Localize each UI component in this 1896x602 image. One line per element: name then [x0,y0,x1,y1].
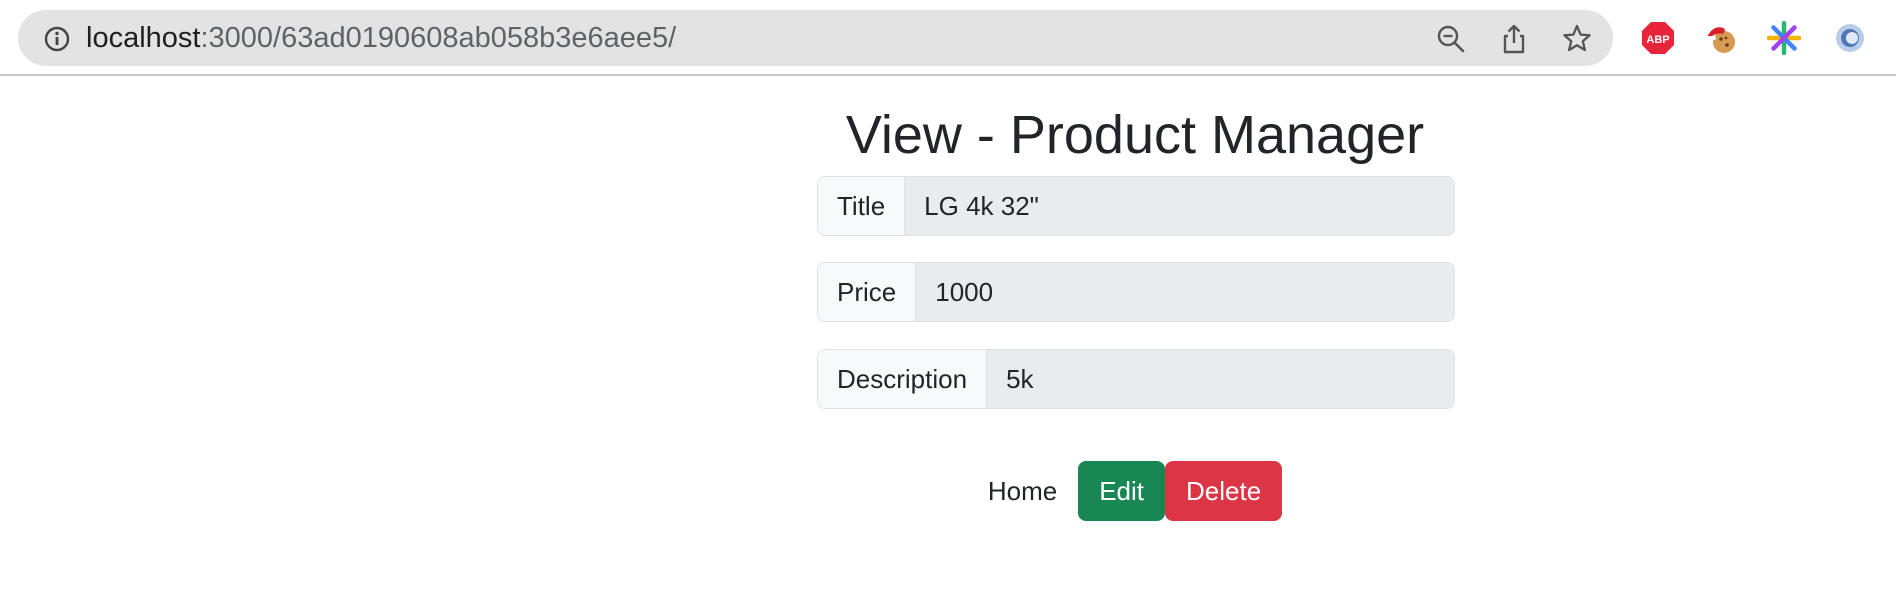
address-bar[interactable]: localhost:3000/63ad0190608ab058b3e6aee5/ [18,10,1613,66]
title-field: Title LG 4k 32" [817,176,1455,236]
price-field-label: Price [818,263,917,321]
adblock-plus-icon[interactable]: ABP [1641,21,1675,55]
url-path: :3000/63ad0190608ab058b3e6aee5/ [200,22,677,54]
edit-button[interactable]: Edit [1078,461,1165,521]
abp-label: ABP [1646,34,1669,46]
home-link[interactable]: Home [988,461,1078,521]
zoom-out-icon[interactable] [1435,23,1467,55]
delete-button[interactable]: Delete [1165,461,1283,521]
description-field-label: Description [818,350,988,408]
description-field: Description 5k [817,349,1455,409]
price-field-value[interactable]: 1000 [916,263,1454,321]
asterisk-extension-icon[interactable] [1767,21,1801,55]
site-info-icon[interactable] [42,24,72,54]
cookie-extension-icon[interactable] [1704,21,1738,55]
page-title: View - Product Manager [845,105,1425,165]
action-bar: Home Edit Delete [0,461,1896,521]
browser-toolbar: localhost:3000/63ad0190608ab058b3e6aee5/ [0,0,1896,76]
ring-extension-icon[interactable] [1833,21,1867,55]
share-icon[interactable] [1498,23,1530,55]
bookmark-star-icon[interactable] [1561,23,1593,55]
url-text[interactable]: localhost:3000/63ad0190608ab058b3e6aee5/ [86,10,676,66]
price-field: Price 1000 [817,262,1455,322]
description-field-value[interactable]: 5k [987,350,1454,408]
url-host: localhost [86,22,201,54]
title-field-label: Title [818,177,906,235]
title-field-value[interactable]: LG 4k 32" [905,177,1454,235]
